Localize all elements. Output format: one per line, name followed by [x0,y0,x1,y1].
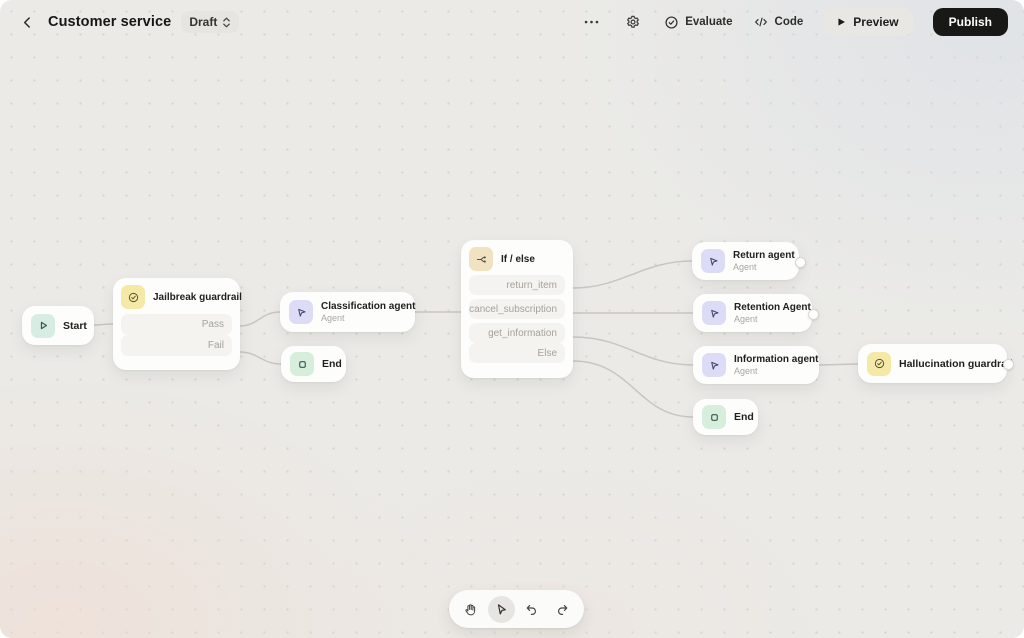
undo-button[interactable] [518,596,545,623]
back-button[interactable] [16,11,38,33]
node-information-agent[interactable]: Information agent Agent [693,346,819,384]
output-port-retention-agent[interactable] [807,308,819,320]
edge-fail-end [239,351,282,365]
branch-label: Pass [201,319,224,330]
node-jailbreak-guardrail[interactable]: Jailbreak guardrail Pass Fail [113,278,242,370]
node-subtitle: Agent [734,314,758,324]
gear-icon [627,15,640,28]
node-title: If / else [501,253,535,265]
settings-button[interactable] [622,11,644,33]
code-icon [754,17,767,27]
code-label: Code [774,16,804,28]
node-end-top[interactable]: End [281,346,346,382]
select-chevrons-icon [223,17,231,27]
end-icon [290,352,314,376]
node-hallucination-guardrail[interactable]: Hallucination guardrail [858,344,1013,383]
node-header: If / else [469,247,565,271]
node-label: Start [63,319,87,332]
undo-icon [526,604,537,615]
node-title: Jailbreak guardrail [153,291,242,303]
branch-cancel-subscription[interactable]: cancel_subscription [469,299,565,319]
preview-button[interactable]: Preview [823,8,913,36]
header: Customer service Draft Evaluate Code Pre… [0,0,1024,44]
node-title: Retention Agent [734,302,811,313]
node-retention-agent[interactable]: Retention Agent Agent [693,294,812,332]
edge-returnitem-returnagent [572,260,693,289]
canvas-toolbar [449,590,584,628]
branch-label: return_item [506,279,557,291]
guardrail-icon [121,285,145,309]
evaluate-icon [665,15,678,29]
edge-pass-classification [239,311,281,327]
output-port-return-agent[interactable] [794,256,806,268]
edge-getinfo-information [572,336,694,366]
branch-pass[interactable]: Pass [121,314,232,335]
node-title: Classification agent [321,301,416,312]
select-tool-button[interactable] [487,595,515,623]
end-icon [702,405,726,429]
code-button[interactable]: Code [753,15,804,29]
node-header: Jailbreak guardrail [121,285,242,309]
redo-button[interactable] [549,596,576,623]
redo-icon [558,604,568,615]
node-end-bottom[interactable]: End [693,399,758,435]
more-options-button[interactable] [580,11,602,33]
workflow-title: Customer service [48,14,172,30]
status-label: Draft [189,15,218,29]
node-title: Hallucination guardrail [899,357,1013,370]
hand-icon [465,603,476,615]
pan-tool-button[interactable] [457,596,484,623]
node-return-agent[interactable]: Return agent Agent [692,242,799,280]
status-selector[interactable]: Draft [181,11,240,33]
branch-get-information[interactable]: get_information [469,323,565,343]
play-icon [838,18,846,26]
node-subtitle: Agent [321,313,345,323]
edge-start-jailbreak [93,323,114,326]
evaluate-button[interactable]: Evaluate [664,15,733,30]
cursor-icon [497,603,506,615]
branch-label: cancel_subscription [469,303,557,315]
output-port-hallucination-guardrail[interactable] [1002,359,1014,370]
preview-label: Preview [853,15,899,29]
node-classification-agent[interactable]: Classification agent Agent [280,292,415,332]
branch-return-item[interactable]: return_item [469,275,565,295]
node-subtitle: Agent [733,262,757,272]
if-else-icon [469,247,493,271]
publish-button[interactable]: Publish [932,8,1008,36]
node-label: End [734,411,754,423]
node-if-else[interactable]: If / else return_item cancel_subscriptio… [461,240,573,378]
agent-icon [702,353,726,377]
workflow-builder-window: Customer service Draft Evaluate Code Pre… [0,0,1024,638]
branch-label: Else [537,347,557,359]
branch-else[interactable]: Else [469,343,565,363]
edge-information-hallucination [818,363,859,366]
node-title: Return agent [733,250,795,261]
evaluate-label: Evaluate [685,16,733,28]
guardrail-icon [867,351,891,376]
node-subtitle: Agent [734,366,758,376]
branch-fail[interactable]: Fail [121,335,232,356]
node-start[interactable]: Start [22,306,94,345]
agent-icon [289,300,313,324]
branch-label: Fail [207,340,224,351]
ellipsis-icon [584,20,598,24]
node-label: End [322,358,342,370]
branch-label: get_information [488,327,557,339]
start-icon [31,313,55,338]
agent-icon [701,249,725,273]
chevron-left-icon [23,16,30,28]
agent-icon [702,301,726,325]
edge-else-end [572,360,694,418]
node-title: Information agent [734,354,819,365]
